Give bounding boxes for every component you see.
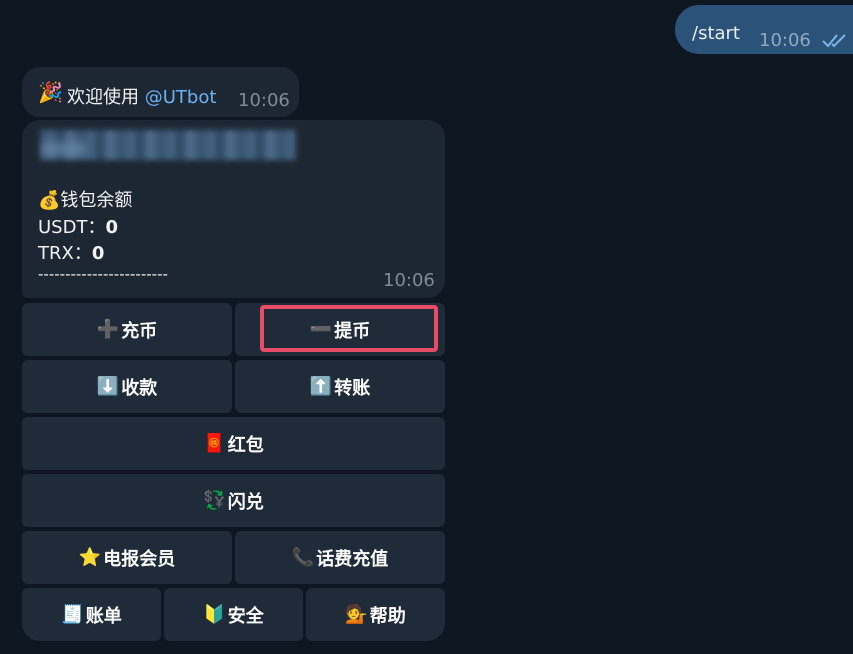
- phone-topup-label: 话费充值: [316, 548, 389, 570]
- red-packet-button[interactable]: 🧧 红包: [22, 417, 445, 470]
- telephone-icon: 📞: [291, 547, 315, 568]
- premium-button[interactable]: ⭐ 电报会员: [22, 531, 232, 584]
- red-packet-label: 红包: [227, 434, 264, 456]
- receive-label: 收款: [121, 377, 158, 399]
- party-popper-icon: 🎉: [38, 80, 63, 104]
- bill-label: 账单: [85, 605, 122, 627]
- transfer-label: 转账: [334, 377, 371, 399]
- red-envelope-icon: 🧧: [203, 433, 226, 454]
- outgoing-message-time: 10:06: [759, 30, 811, 51]
- wallet-message-bubble: 💰钱包余额 USDT：0 TRX：0 ---------------------…: [22, 120, 445, 298]
- welcome-message-text: 欢迎使用 @UTbot: [67, 83, 216, 109]
- phone-topup-button[interactable]: 📞 话费充值: [235, 531, 445, 584]
- currency-exchange-icon: 💱: [203, 490, 226, 511]
- trx-balance-line: TRX：0: [38, 239, 104, 265]
- person-tipping-hand-icon: 💁: [345, 604, 368, 625]
- security-label: 安全: [227, 605, 264, 627]
- divider-line: ------------------------: [38, 265, 168, 283]
- receipt-icon: 🧾: [61, 604, 84, 625]
- beginner-shield-icon: 🔰: [203, 604, 226, 625]
- security-button[interactable]: 🔰 安全: [164, 588, 303, 641]
- outgoing-message-text: /start: [692, 23, 740, 44]
- transfer-button[interactable]: ⬆️ 转账: [235, 360, 445, 413]
- outgoing-message-bubble: /start 10:06: [675, 5, 853, 54]
- withdraw-label: 提币: [334, 320, 371, 342]
- wallet-title: 钱包余额: [60, 190, 133, 211]
- welcome-message-bubble: 🎉 欢迎使用 @UTbot 10:06: [22, 67, 299, 117]
- blurred-address-fragment: [42, 142, 86, 156]
- receive-button[interactable]: ⬇️ 收款: [22, 360, 232, 413]
- usdt-value: 0: [105, 217, 118, 238]
- minus-icon: ➖: [309, 319, 333, 340]
- usdt-balance-line: USDT：0: [38, 213, 118, 239]
- trx-value: 0: [91, 243, 105, 264]
- deposit-button[interactable]: ➕ 充币: [22, 303, 232, 356]
- arrow-down-icon: ⬇️: [96, 376, 120, 397]
- star-icon: ⭐: [78, 547, 102, 568]
- help-label: 帮助: [369, 605, 406, 627]
- welcome-message-time: 10:06: [238, 90, 290, 111]
- read-check-icon: [822, 34, 846, 48]
- welcome-prefix: 欢迎使用: [67, 87, 145, 108]
- wallet-message-time: 10:06: [383, 270, 435, 291]
- help-button[interactable]: 💁 帮助: [306, 588, 445, 641]
- flash-swap-button[interactable]: 💱 闪兑: [22, 474, 445, 527]
- bill-button[interactable]: 🧾 账单: [22, 588, 161, 641]
- money-bag-icon: 💰: [38, 190, 61, 211]
- arrow-up-icon: ⬆️: [309, 376, 333, 397]
- plus-icon: ➕: [96, 319, 120, 340]
- withdraw-button[interactable]: ➖ 提币: [235, 303, 445, 356]
- wallet-title-line: 💰钱包余额: [38, 186, 132, 212]
- usdt-label: USDT：: [38, 217, 106, 238]
- deposit-label: 充币: [121, 320, 158, 342]
- bot-mention-link[interactable]: @UTbot: [145, 87, 217, 108]
- premium-label: 电报会员: [103, 548, 176, 570]
- trx-label: TRX：: [38, 243, 92, 264]
- flash-swap-label: 闪兑: [227, 491, 264, 513]
